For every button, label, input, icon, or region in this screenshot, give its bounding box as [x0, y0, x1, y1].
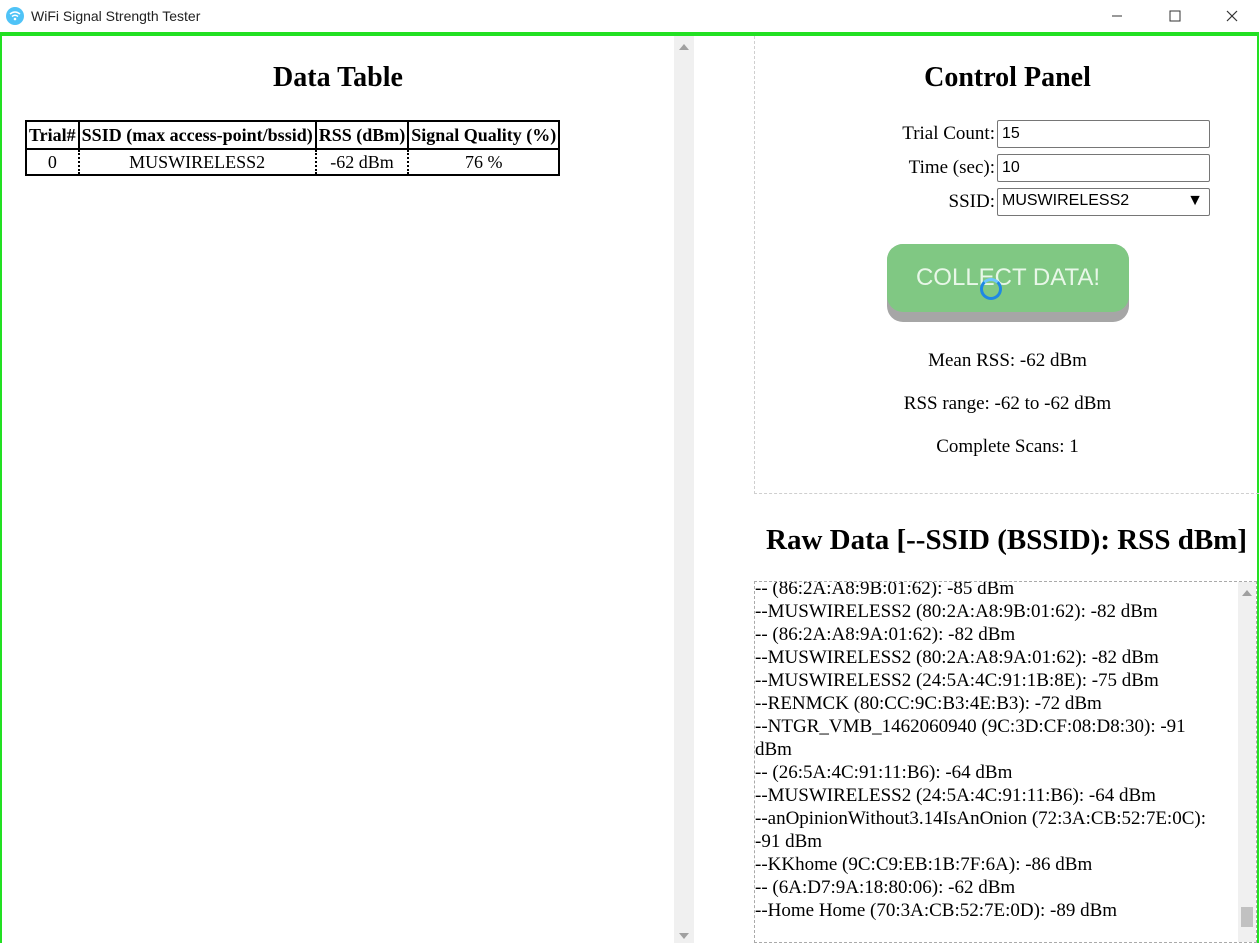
raw-data-line: -- (6A:D7:9A:18:80:06): -62 dBm [755, 877, 1016, 898]
trial-count-label: Trial Count: [902, 123, 995, 144]
cell-rss: -62 dBm [314, 149, 410, 176]
raw-data-box[interactable]: -- (86:2A:A8:9B:01:62): -85 dBm --MUSWIRE… [754, 581, 1257, 943]
raw-data-scrollbar[interactable] [1238, 582, 1256, 942]
ssid-row: SSID: MUSWIRELESS2 ▼ [755, 188, 1259, 216]
raw-data-line: -- (86:2A:A8:9A:01:62): -82 dBm [755, 624, 1016, 645]
raw-data-line: -- (26:5A:4C:91:11:B6): -64 dBm [755, 762, 1013, 783]
table-row: 0 MUSWIRELESS2 -62 dBm 76 % [25, 149, 561, 176]
time-row: Time (sec): [755, 154, 1259, 182]
cell-ssid: MUSWIRELESS2 [77, 149, 317, 176]
control-panel-title: Control Panel [924, 62, 1091, 93]
loading-spinner-icon [980, 278, 1002, 300]
left-pane-scrollbar[interactable] [674, 36, 694, 943]
column-header-ssid: SSID (max access-point/bssid) [77, 120, 317, 150]
column-header-trial: Trial# [25, 120, 80, 150]
raw-data-line: -- (86:2A:A8:9B:01:62): -85 dBm [755, 581, 1015, 599]
right-pane: Control Panel Trial Count: Time (sec): S… [694, 36, 1259, 943]
time-label: Time (sec): [908, 157, 995, 178]
close-button[interactable] [1206, 0, 1258, 32]
scroll-up-icon[interactable] [1242, 590, 1252, 596]
trial-count-input[interactable] [997, 120, 1210, 148]
complete-scans-text: Complete Scans: 1 [936, 436, 1079, 457]
close-icon [1226, 10, 1238, 22]
minimize-button[interactable] [1091, 0, 1143, 32]
raw-data-line: --KKhome (9C:C9:EB:1B:7F:6A): -86 dBm [755, 854, 1093, 875]
minimize-icon [1112, 15, 1122, 17]
wifi-icon [6, 7, 24, 25]
mean-rss-text: Mean RSS: -62 dBm [928, 350, 1087, 371]
raw-data-line: --RENMCK (80:CC:9C:B3:4E:B3): -72 dBm [755, 693, 1102, 714]
maximize-icon [1169, 10, 1181, 22]
raw-data-line: --anOpinionWithout3.14IsAnOnion (72:3A:C… [755, 808, 1206, 829]
raw-data-line: --MUSWIRELESS2 (80:2A:A8:9A:01:62): -82 … [755, 647, 1159, 668]
raw-data-line: -91 dBm [755, 831, 823, 852]
cell-trial: 0 [25, 149, 80, 176]
rss-range-text: RSS range: -62 to -62 dBm [903, 393, 1112, 414]
maximize-button[interactable] [1149, 0, 1201, 32]
dropdown-arrow-icon: ▼ [1187, 192, 1203, 209]
trial-count-row: Trial Count: [755, 120, 1259, 148]
data-table: Trial# SSID (max access-point/bssid) RSS… [25, 120, 561, 176]
table-header-row: Trial# SSID (max access-point/bssid) RSS… [25, 120, 561, 150]
column-header-rss: RSS (dBm) [314, 120, 410, 150]
scrollbar-thumb[interactable] [1241, 907, 1253, 927]
raw-data-line: --MUSWIRELESS2 (24:5A:4C:91:11:B6): -64 … [755, 785, 1156, 806]
raw-data-line: dBm [755, 739, 792, 760]
raw-data-line: --NTGR_VMB_1462060940 (9C:3D:CF:08:D8:30… [755, 716, 1186, 737]
column-header-signal-quality: Signal Quality (%) [407, 120, 561, 150]
data-table-title: Data Table [273, 62, 403, 93]
collect-data-button[interactable]: COLLECT DATA! [887, 244, 1129, 322]
data-table-pane: Data Table Trial# SSID (max access-point… [2, 36, 674, 943]
raw-data-list: -- (86:2A:A8:9B:01:62): -85 dBm --MUSWIRE… [755, 581, 1235, 922]
raw-data-line: --MUSWIRELESS2 (80:2A:A8:9B:01:62): -82 … [755, 601, 1158, 622]
control-panel: Control Panel Trial Count: Time (sec): S… [754, 36, 1259, 494]
scroll-down-icon[interactable] [679, 933, 689, 939]
scroll-up-icon[interactable] [679, 44, 689, 50]
raw-data-title: Raw Data [--SSID (BSSID): RSS dBm] [766, 524, 1247, 556]
time-input[interactable] [997, 154, 1210, 182]
ssid-label: SSID: [948, 191, 995, 212]
raw-data-line: --Home Home (70:3A:CB:52:7E:0D): -89 dBm [755, 900, 1118, 921]
collect-data-button-face: COLLECT DATA! [887, 244, 1129, 312]
window-title: WiFi Signal Strength Tester [31, 8, 201, 24]
cell-signal-quality: 76 % [407, 149, 561, 176]
title-bar: WiFi Signal Strength Tester [0, 0, 1259, 33]
ssid-selected-value: MUSWIRELESS2 [1002, 192, 1130, 209]
ssid-select[interactable]: MUSWIRELESS2 ▼ [997, 188, 1210, 216]
collect-data-button-label: COLLECT DATA! [915, 264, 1101, 291]
raw-data-line: --MUSWIRELESS2 (24:5A:4C:91:1B:8E): -75 … [755, 670, 1159, 691]
